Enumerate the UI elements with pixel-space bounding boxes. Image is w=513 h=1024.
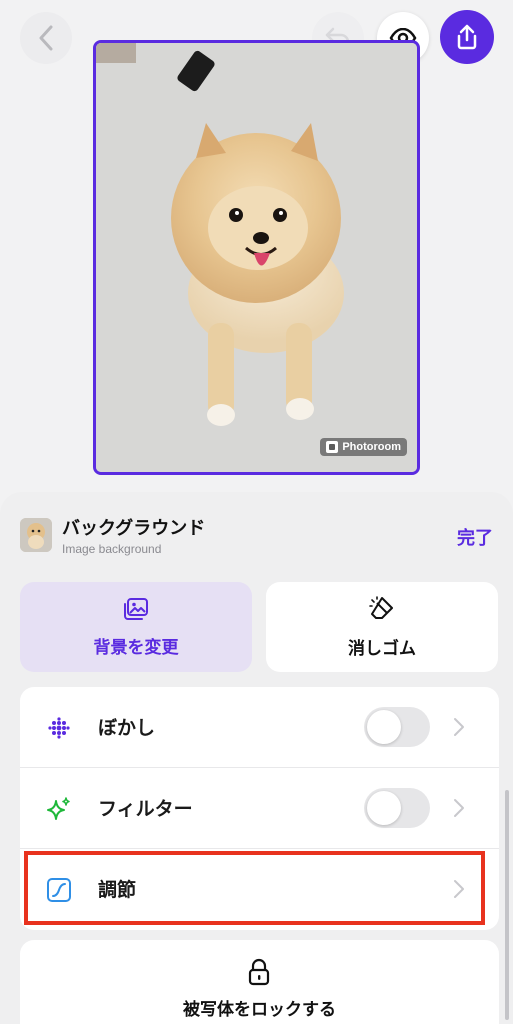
blur-dots-icon — [46, 715, 72, 741]
change-background-label: 背景を変更 — [93, 637, 179, 658]
change-background-button[interactable]: 背景を変更 — [20, 582, 252, 672]
chevron-left-icon — [39, 25, 53, 51]
done-button[interactable]: 完了 — [457, 524, 493, 550]
panel-title: バックグラウンド — [62, 518, 206, 539]
share-icon — [457, 24, 477, 50]
blur-row[interactable]: ぼかし — [20, 687, 499, 767]
share-button[interactable] — [440, 10, 494, 64]
image-icon — [124, 597, 148, 620]
background-thumbnail — [20, 518, 52, 552]
blur-label: ぼかし — [98, 717, 156, 739]
back-button[interactable] — [20, 12, 72, 64]
chevron-right-icon — [454, 718, 464, 736]
eraser-icon — [369, 595, 393, 619]
dog-photo — [96, 43, 417, 472]
adjust-highlight-box — [24, 851, 485, 925]
lock-icon — [248, 958, 270, 986]
photoroom-watermark: Photoroom — [320, 438, 407, 456]
chevron-right-icon — [454, 799, 464, 817]
toggle-knob — [367, 791, 401, 825]
filter-label: フィルター — [98, 798, 193, 820]
panel-header: バックグラウンド Image background 完了 — [20, 514, 493, 558]
photoroom-logo-icon — [326, 441, 339, 453]
toggle-knob — [367, 710, 401, 744]
lock-subject-label: 被写体をロックする — [183, 1000, 336, 1020]
panel-subtitle: Image background — [62, 542, 162, 556]
sparkle-icon — [46, 796, 72, 822]
watermark-text: Photoroom — [342, 441, 401, 453]
lock-subject-button[interactable]: 被写体をロックする — [20, 940, 499, 1024]
filter-toggle[interactable] — [364, 788, 430, 828]
blur-toggle[interactable] — [364, 707, 430, 747]
scrollbar[interactable] — [505, 790, 509, 1020]
background-panel: バックグラウンド Image background 完了 背景を変更 消しゴム — [0, 492, 513, 1024]
eraser-label: 消しゴム — [348, 638, 416, 659]
filter-row[interactable]: フィルター — [20, 768, 499, 848]
photo-canvas[interactable]: Photoroom — [93, 40, 420, 475]
eraser-button[interactable]: 消しゴム — [266, 582, 498, 672]
